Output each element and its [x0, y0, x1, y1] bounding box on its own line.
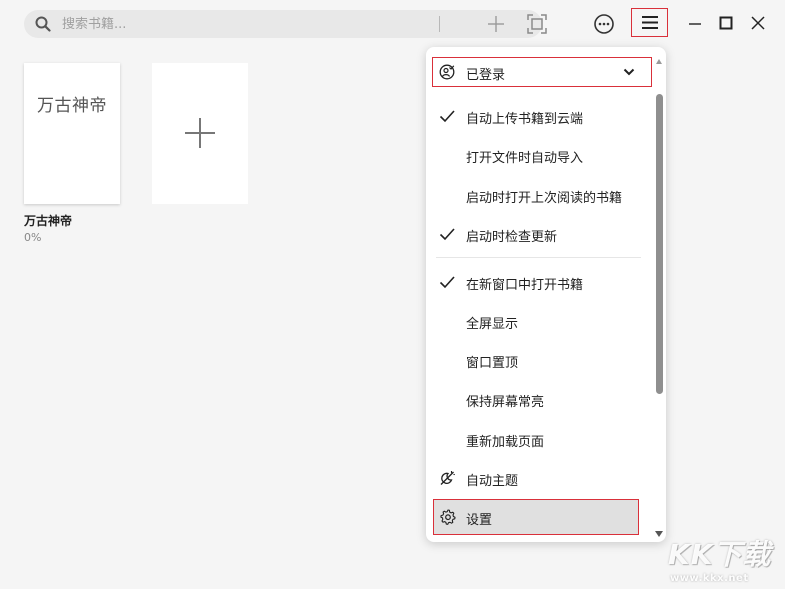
close-icon[interactable] [750, 14, 766, 32]
menu-item-auto-theme[interactable]: 自动主题 [436, 464, 644, 492]
menu-separator [436, 257, 641, 258]
maximize-icon[interactable] [719, 14, 733, 32]
watermark: KK下载 www.kkx.net [668, 533, 780, 587]
minimize-icon[interactable] [688, 14, 702, 32]
book-cover-title: 万古神帝 [37, 96, 107, 116]
account-status-label: 已登录 [466, 68, 506, 83]
watermark-url: www.kkx.net [670, 573, 749, 584]
menu-item-check-updates[interactable]: 启动时检查更新 [436, 220, 644, 248]
menu-item-open-last-book[interactable]: 启动时打开上次阅读的书籍 [436, 181, 644, 209]
watermark-logo: KK下载 [668, 538, 772, 571]
search-box[interactable] [24, 10, 547, 38]
chevron-down-icon [623, 68, 635, 76]
menu-item-always-on-top[interactable]: 窗口置顶 [436, 346, 644, 374]
plus-icon[interactable] [487, 15, 505, 33]
menu-item-label: 自动上传书籍到云端 [466, 112, 584, 127]
search-input[interactable] [62, 14, 432, 34]
more-horizontal-circle-icon[interactable] [593, 13, 615, 35]
checkmark-icon [439, 276, 455, 289]
menu-item-label: 启动时检查更新 [466, 230, 558, 245]
fullscreen-scan-icon[interactable] [527, 14, 547, 34]
menu-scrollbar[interactable] [654, 59, 664, 539]
plus-icon [185, 118, 215, 148]
menu-item-fullscreen[interactable]: 全屏显示 [436, 307, 644, 335]
scrollbar-thumb[interactable] [656, 94, 663, 394]
menu-item-label: 全屏显示 [466, 317, 519, 332]
menu-button[interactable] [631, 8, 668, 37]
hamburger-menu-icon [642, 16, 658, 29]
menu-item-label: 在新窗口中打开书籍 [466, 278, 584, 293]
menu-item-settings[interactable]: 设置 [433, 499, 639, 535]
account-status-row[interactable]: 已登录 [432, 57, 652, 87]
scroll-down-arrow-icon[interactable] [655, 531, 663, 537]
menu-item-keep-screen-on[interactable]: 保持屏幕常亮 [436, 385, 644, 413]
main-menu-dropdown: 已登录 自动上传书籍到云端 打开文件时自动导入 启动时打开上次阅读的书籍 启动时… [426, 47, 666, 542]
scroll-up-arrow-icon[interactable] [656, 59, 662, 64]
menu-item-auto-upload[interactable]: 自动上传书籍到云端 [436, 102, 644, 130]
menu-item-auto-import[interactable]: 打开文件时自动导入 [436, 141, 644, 169]
menu-item-label: 自动主题 [466, 474, 519, 489]
menu-item-label: 设置 [466, 513, 493, 528]
gear-icon [440, 509, 456, 525]
book-name[interactable]: 万古神帝 [24, 212, 72, 229]
add-book-button[interactable] [152, 63, 248, 204]
menu-item-label: 窗口置顶 [466, 356, 519, 371]
auto-theme-icon [440, 471, 455, 485]
menu-item-label: 打开文件时自动导入 [466, 151, 584, 166]
menu-item-new-window[interactable]: 在新窗口中打开书籍 [436, 268, 644, 296]
user-circle-check-icon [439, 64, 455, 80]
menu-item-label: 保持屏幕常亮 [466, 395, 545, 410]
search-icon [35, 16, 51, 32]
checkmark-icon [439, 228, 455, 241]
search-divider [439, 16, 440, 32]
menu-item-label: 重新加载页面 [466, 435, 545, 450]
menu-item-reload-page[interactable]: 重新加载页面 [436, 425, 644, 453]
book-progress: 0% [24, 231, 42, 244]
menu-item-label: 启动时打开上次阅读的书籍 [466, 191, 623, 206]
book-card[interactable]: 万古神帝 [24, 63, 120, 204]
checkmark-icon [439, 110, 455, 123]
